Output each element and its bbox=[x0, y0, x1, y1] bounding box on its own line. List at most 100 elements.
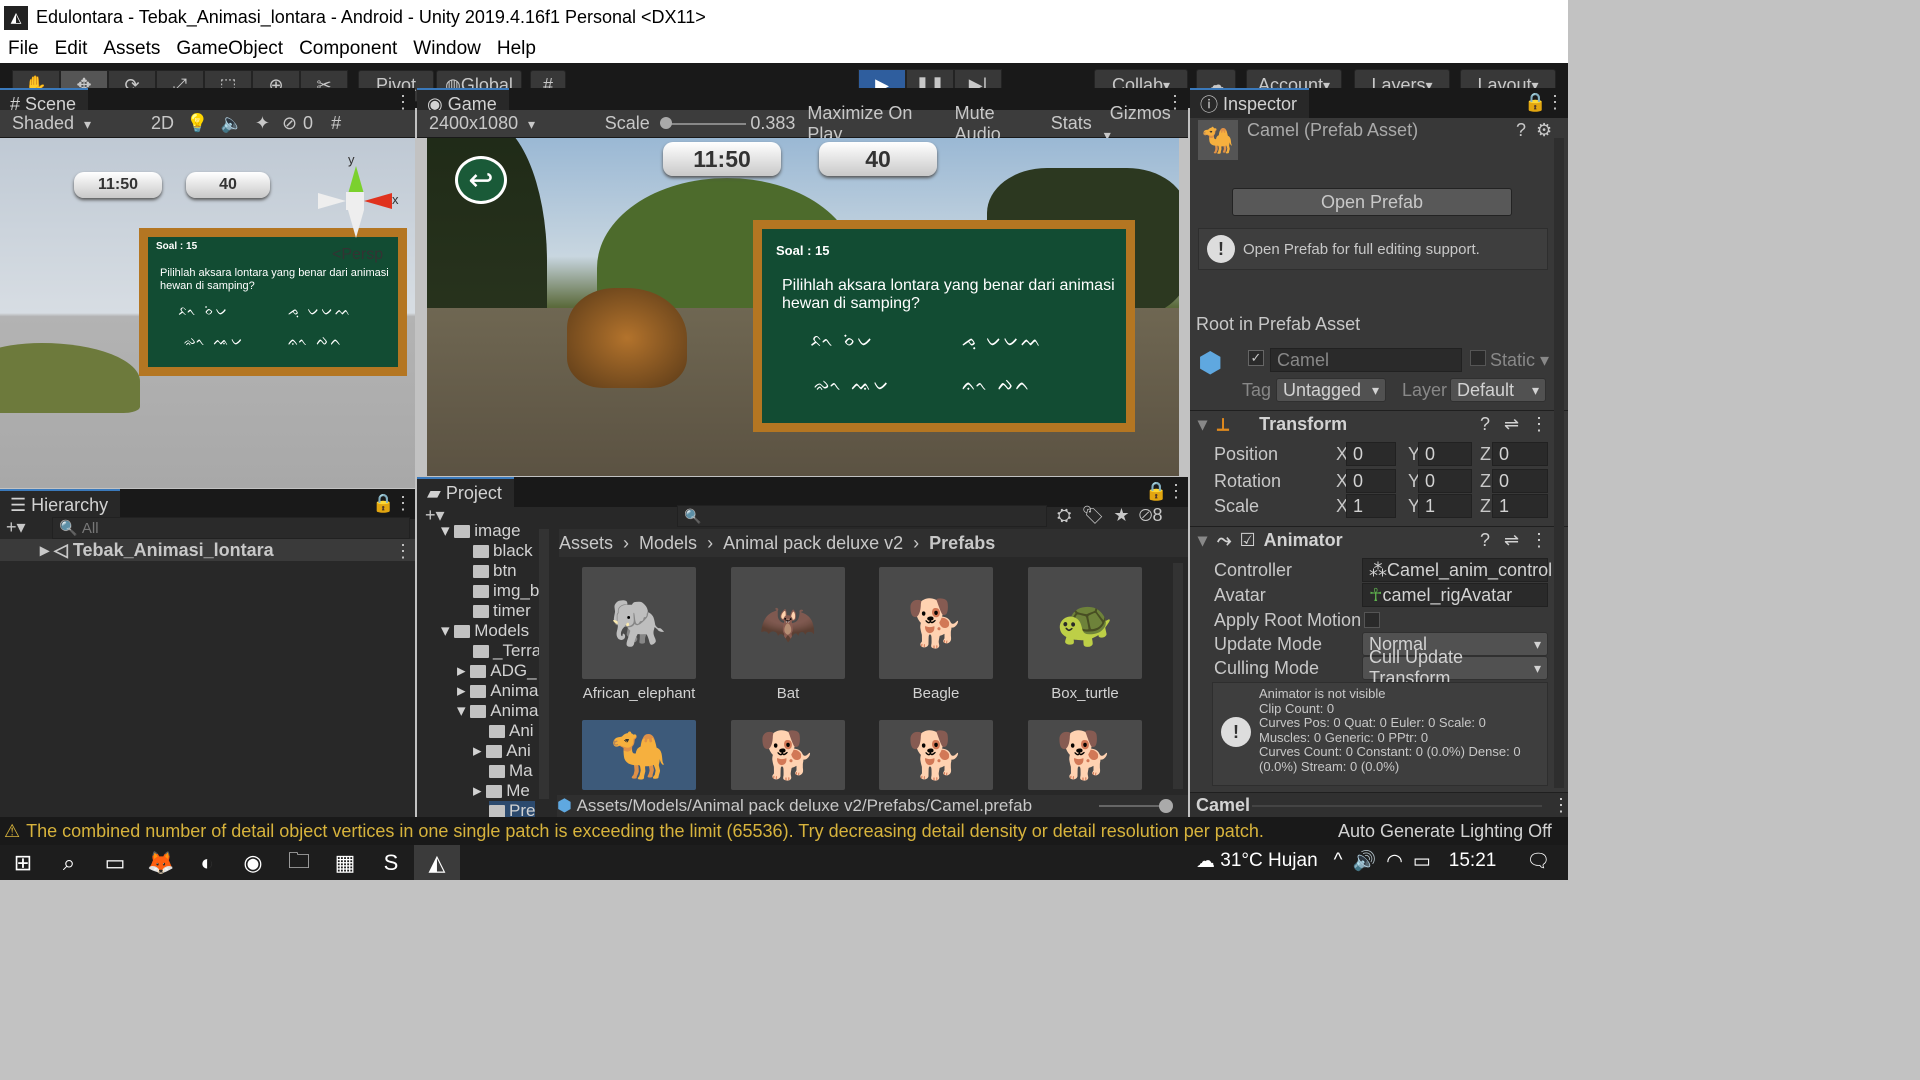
asset-tile[interactable]: 🐕 Beagle bbox=[879, 567, 993, 702]
active-checkbox[interactable]: ✓ bbox=[1248, 350, 1264, 366]
open-prefab-button[interactable]: Open Prefab bbox=[1232, 188, 1512, 216]
search-icon[interactable]: ⌕ bbox=[46, 845, 92, 880]
preview-header[interactable]: Camel ⋮ bbox=[1190, 792, 1570, 817]
tree-item[interactable]: ▸ Me bbox=[473, 781, 530, 801]
animator-preset-icon[interactable]: ⇌ bbox=[1504, 530, 1519, 551]
back-arrow-icon[interactable]: ↩ bbox=[455, 156, 507, 204]
clock[interactable]: 15:21 bbox=[1449, 850, 1497, 872]
hierarchy-scene-row[interactable]: ▸ ◁ Tebak_Animasi_lontara bbox=[0, 539, 415, 561]
project-menu-icon[interactable]: ⋮ bbox=[1167, 481, 1185, 502]
asset-tile[interactable]: 🐕 bbox=[1028, 720, 1142, 790]
asset-tile[interactable]: 🦇 Bat bbox=[731, 567, 845, 702]
tag-dropdown[interactable]: Untagged bbox=[1276, 378, 1386, 402]
project-lock-icon[interactable]: 🔒 bbox=[1145, 481, 1167, 502]
stats-toggle[interactable]: Stats bbox=[1045, 113, 1098, 134]
menu-window[interactable]: Window bbox=[413, 38, 481, 60]
position-x-field[interactable]: 0 bbox=[1346, 442, 1396, 466]
animator-help-icon[interactable]: ? bbox=[1480, 530, 1490, 551]
resolution-dropdown[interactable]: 2400x1080 bbox=[417, 113, 599, 134]
effects-icon[interactable]: ✦ bbox=[249, 113, 276, 134]
inspector-lock-icon[interactable]: 🔒 bbox=[1524, 92, 1546, 113]
chrome-icon[interactable]: ◉ bbox=[230, 845, 276, 880]
transform-header[interactable]: ▾ ⟂ Transform ? ⇌ ⋮ bbox=[1190, 410, 1568, 438]
menu-help[interactable]: Help bbox=[497, 38, 536, 60]
sublime-text-icon[interactable]: S bbox=[368, 845, 414, 880]
tree-item[interactable]: ▾ Models bbox=[441, 621, 529, 641]
breadcrumb-assets[interactable]: Assets bbox=[559, 533, 613, 554]
persp-label[interactable]: <Persp bbox=[332, 246, 383, 264]
animator-header[interactable]: ▾ ⤳ ☑ Animator ? ⇌ ⋮ bbox=[1190, 526, 1568, 554]
menu-file[interactable]: File bbox=[8, 38, 39, 60]
scale-x-field[interactable]: 1 bbox=[1346, 494, 1396, 518]
tree-item[interactable]: Ma bbox=[489, 761, 533, 781]
tree-item[interactable]: btn bbox=[473, 561, 517, 581]
asset-tile[interactable]: 🐢 Box_turtle bbox=[1028, 567, 1142, 702]
hierarchy-menu-icon[interactable]: ⋮ bbox=[394, 493, 412, 514]
apply-root-motion-checkbox[interactable] bbox=[1364, 612, 1380, 628]
menu-gameobject[interactable]: GameObject bbox=[176, 38, 283, 60]
battery-icon[interactable]: ▭ bbox=[1413, 850, 1431, 873]
hierarchy-lock-icon[interactable]: 🔒 bbox=[372, 493, 394, 514]
grid-icon[interactable]: # bbox=[325, 113, 347, 134]
rotation-y-field[interactable]: 0 bbox=[1418, 469, 1472, 493]
weather-text[interactable]: 31°C Hujan bbox=[1220, 850, 1317, 872]
culling-mode-dropdown[interactable]: Cull Update Transform bbox=[1362, 647, 1548, 688]
static-checkbox[interactable] bbox=[1470, 350, 1486, 366]
tree-item[interactable]: ▾ image bbox=[441, 521, 521, 541]
zoom-slider-thumb[interactable] bbox=[1159, 799, 1173, 813]
scale-y-field[interactable]: 1 bbox=[1418, 494, 1472, 518]
animator-enabled-checkbox[interactable]: ☑ bbox=[1239, 530, 1255, 551]
tab-hierarchy[interactable]: ☰ Hierarchy bbox=[0, 489, 121, 519]
position-z-field[interactable]: 0 bbox=[1492, 442, 1548, 466]
edge-icon[interactable]: ◐ bbox=[184, 845, 230, 880]
breadcrumb-prefabs[interactable]: Prefabs bbox=[929, 533, 995, 554]
hierarchy-search-input[interactable]: 🔍 All bbox=[52, 517, 410, 539]
tree-item[interactable]: ▸ Ani bbox=[473, 741, 531, 761]
tree-item[interactable]: ▾ Anima bbox=[457, 701, 538, 721]
inspector-menu-icon[interactable]: ⋮ bbox=[1546, 92, 1564, 113]
tree-item[interactable]: ▸ Anima bbox=[457, 681, 538, 701]
position-y-field[interactable]: 0 bbox=[1418, 442, 1472, 466]
tree-item[interactable]: timer bbox=[473, 601, 531, 621]
settings-gear-icon[interactable]: ⚙ bbox=[1536, 120, 1552, 141]
project-search-input[interactable]: 🔍 bbox=[677, 505, 1047, 527]
notification-icon[interactable]: 🗨 bbox=[1526, 849, 1550, 873]
windows-start-icon[interactable]: ⊞ bbox=[0, 845, 46, 880]
rotation-z-field[interactable]: 0 bbox=[1492, 469, 1548, 493]
asset-tile[interactable]: 🐪 bbox=[582, 720, 696, 790]
animator-menu-icon[interactable]: ⋮ bbox=[1530, 530, 1548, 551]
lighting-icon[interactable]: 💡 bbox=[180, 113, 214, 134]
tree-scrollbar[interactable] bbox=[539, 529, 549, 799]
breadcrumb-animal-pack[interactable]: Animal pack deluxe v2 bbox=[723, 533, 903, 554]
firefox-icon[interactable]: 🦊 bbox=[138, 845, 184, 880]
avatar-field[interactable]: ☥ camel_rigAvatar bbox=[1362, 583, 1548, 607]
breadcrumb-models[interactable]: Models bbox=[639, 533, 697, 554]
wifi-icon[interactable]: ◠ bbox=[1386, 850, 1403, 873]
volume-icon[interactable]: 🔊 bbox=[1353, 849, 1377, 873]
asset-tile[interactable]: 🐘 African_elephant bbox=[582, 567, 696, 702]
project-filter-icons[interactable]: ⛭ 🏷 ★ ⊘ 8 bbox=[1057, 505, 1163, 526]
transform-preset-icon[interactable]: ⇌ bbox=[1504, 414, 1519, 435]
game-view[interactable]: ↩ 11:50 40 Soal : 15 Pilihlah aksara lon… bbox=[427, 138, 1179, 476]
game-option-4[interactable]: ᨊᨚ ᨄᨈ bbox=[962, 375, 1032, 395]
hidden-icon[interactable]: ⊘ 0 bbox=[276, 113, 325, 134]
tree-item[interactable]: black bbox=[473, 541, 533, 561]
hierarchy-create-button[interactable]: +▾ bbox=[6, 517, 26, 538]
asset-scrollbar[interactable] bbox=[1173, 563, 1183, 789]
audio-icon[interactable]: 🔈 bbox=[214, 113, 248, 134]
menu-component[interactable]: Component bbox=[299, 38, 397, 60]
layer-dropdown[interactable]: Default bbox=[1450, 378, 1546, 402]
game-option-2[interactable]: ᨍᨘ ᨆᨆᨓ bbox=[962, 331, 1043, 351]
task-view-icon[interactable]: ▭ bbox=[92, 845, 138, 880]
transform-menu-icon[interactable]: ⋮ bbox=[1530, 414, 1548, 435]
scale-slider[interactable] bbox=[656, 110, 746, 138]
file-explorer-icon[interactable]: 🗀 bbox=[276, 845, 322, 880]
tab-project[interactable]: ▰ Project bbox=[417, 477, 514, 507]
game-option-3[interactable]: ᨋᨚ ᨕᨆ bbox=[814, 375, 891, 395]
2d-toggle[interactable]: 2D bbox=[145, 113, 180, 134]
winrar-icon[interactable]: ▦ bbox=[322, 845, 368, 880]
hierarchy-scene-menu-icon[interactable]: ⋮ bbox=[394, 541, 412, 562]
scene-gizmo[interactable]: y x <Persp bbox=[316, 148, 406, 263]
asset-tile[interactable]: 🐕 bbox=[879, 720, 993, 790]
shading-dropdown[interactable]: Shaded bbox=[0, 113, 145, 134]
